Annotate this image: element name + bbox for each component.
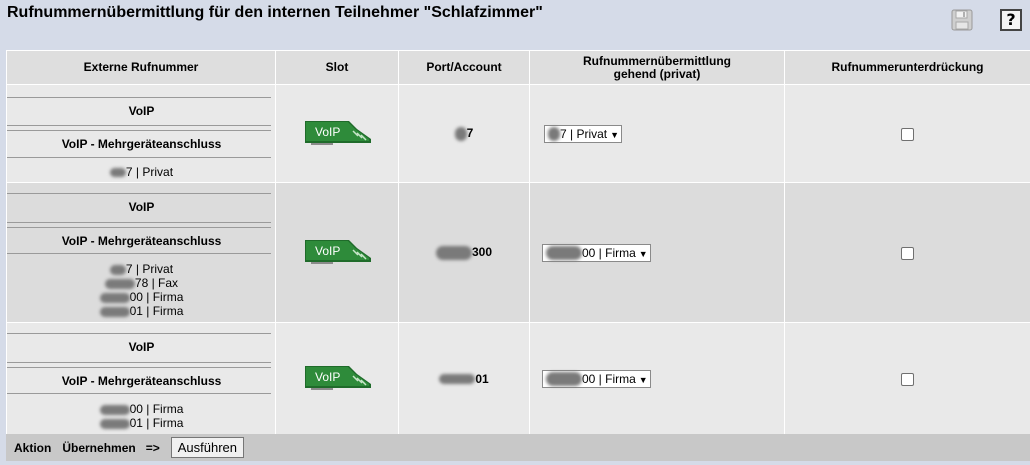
col-slot: Slot bbox=[275, 50, 399, 85]
voip-slot-icon: VoIP bbox=[303, 119, 371, 145]
chevron-down-icon: ▼ bbox=[610, 129, 620, 140]
table-row: VoIP VoIP - Mehrgeräteanschluss 7 | Priv… bbox=[6, 182, 1030, 323]
title-bar: Rufnummernübermittlung für den internen … bbox=[0, 0, 1030, 50]
port-number: 7 bbox=[454, 126, 473, 141]
outgoing-number-select[interactable]: 7 | Privat ▼ bbox=[544, 124, 623, 143]
execute-button[interactable]: Ausführen bbox=[170, 437, 244, 458]
ext-number-line: 01 | Firma bbox=[7, 416, 275, 430]
col-port-account: Port/Account bbox=[398, 50, 530, 85]
action-bar: Aktion Übernehmen => Ausführen bbox=[6, 434, 1030, 461]
divider bbox=[7, 125, 271, 126]
svg-text:VoIP: VoIP bbox=[315, 125, 340, 139]
voip-slot-icon: VoIP bbox=[303, 364, 371, 390]
col-uebermittlung-line1: Rufnummernübermittlung bbox=[583, 53, 731, 68]
port-number: 01 bbox=[439, 372, 489, 386]
action-arrow: => bbox=[145, 440, 160, 455]
divider bbox=[7, 362, 271, 363]
ext-number-line: 00 | Firma bbox=[7, 402, 275, 416]
col-uebermittlung-line2: gehend (privat) bbox=[613, 66, 701, 81]
port-cell: 7 bbox=[398, 84, 530, 183]
suppress-cell bbox=[784, 322, 1030, 435]
chevron-down-icon: ▼ bbox=[638, 248, 648, 259]
numbers-table: Externe Rufnummer Slot Port/Account Rufn… bbox=[6, 50, 1030, 435]
transmit-cell: 7 | Privat ▼ bbox=[529, 84, 785, 183]
table-row: VoIP VoIP - Mehrgeräteanschluss 00 | Fir… bbox=[6, 322, 1030, 435]
ext-number-line: 7 | Privat bbox=[7, 262, 275, 276]
port-cell: 01 bbox=[398, 322, 530, 435]
action-value: Übernehmen bbox=[62, 440, 136, 455]
suppress-cell bbox=[784, 182, 1030, 323]
ext-label-voip: VoIP bbox=[128, 104, 155, 118]
ext-number-line: 01 | Firma bbox=[7, 304, 275, 318]
suppress-checkbox[interactable] bbox=[901, 127, 914, 141]
divider bbox=[7, 222, 271, 223]
ext-cell: VoIP VoIP - Mehrgeräteanschluss 7 | Priv… bbox=[6, 84, 276, 183]
slot-cell: VoIP bbox=[275, 322, 399, 435]
ext-cell: VoIP VoIP - Mehrgeräteanschluss 00 | Fir… bbox=[6, 322, 276, 435]
port-number: 300 bbox=[435, 245, 492, 260]
page-title: Rufnummernübermittlung für den internen … bbox=[7, 4, 543, 21]
svg-text:VoIP: VoIP bbox=[315, 244, 340, 258]
chevron-down-icon: ▼ bbox=[638, 374, 648, 385]
save-icon[interactable] bbox=[950, 8, 974, 32]
outgoing-number-select[interactable]: 00 | Firma ▼ bbox=[542, 369, 651, 388]
ext-label-voip: VoIP bbox=[128, 340, 155, 354]
transmit-cell: 00 | Firma ▼ bbox=[529, 322, 785, 435]
svg-text:VoIP: VoIP bbox=[315, 370, 340, 384]
ext-number-line: 78 | Fax bbox=[7, 276, 275, 290]
suppress-checkbox[interactable] bbox=[901, 246, 914, 260]
slot-cell: VoIP bbox=[275, 182, 399, 323]
transmit-cell: 00 | Firma ▼ bbox=[529, 182, 785, 323]
port-cell: 300 bbox=[398, 182, 530, 323]
ext-label-mehrgeraete: VoIP - Mehrgeräteanschluss bbox=[61, 137, 222, 151]
table-header: Externe Rufnummer Slot Port/Account Rufn… bbox=[6, 50, 1030, 85]
ext-label-voip: VoIP bbox=[128, 200, 155, 214]
suppress-checkbox[interactable] bbox=[901, 372, 914, 386]
voip-slot-icon: VoIP bbox=[303, 238, 371, 264]
col-externe-rufnummer: Externe Rufnummer bbox=[6, 50, 276, 85]
ext-cell: VoIP VoIP - Mehrgeräteanschluss 7 | Priv… bbox=[6, 182, 276, 323]
col-rufnummerunterdrueckung: Rufnummerunterdrückung bbox=[784, 50, 1030, 85]
col-rufnummernuebermittlung: Rufnummernübermittlung gehend (privat) bbox=[529, 50, 785, 85]
outgoing-number-select[interactable]: 00 | Firma ▼ bbox=[542, 243, 651, 262]
ext-number-line: 7 | Privat bbox=[7, 165, 275, 179]
suppress-cell bbox=[784, 84, 1030, 183]
ext-label-mehrgeraete: VoIP - Mehrgeräteanschluss bbox=[61, 374, 222, 388]
ext-number-line: 00 | Firma bbox=[7, 290, 275, 304]
table-row: VoIP VoIP - Mehrgeräteanschluss 7 | Priv… bbox=[6, 84, 1030, 183]
action-label: Aktion bbox=[14, 440, 52, 455]
ext-label-mehrgeraete: VoIP - Mehrgeräteanschluss bbox=[61, 234, 222, 248]
help-icon[interactable]: ? bbox=[1000, 9, 1022, 31]
slot-cell: VoIP bbox=[275, 84, 399, 183]
